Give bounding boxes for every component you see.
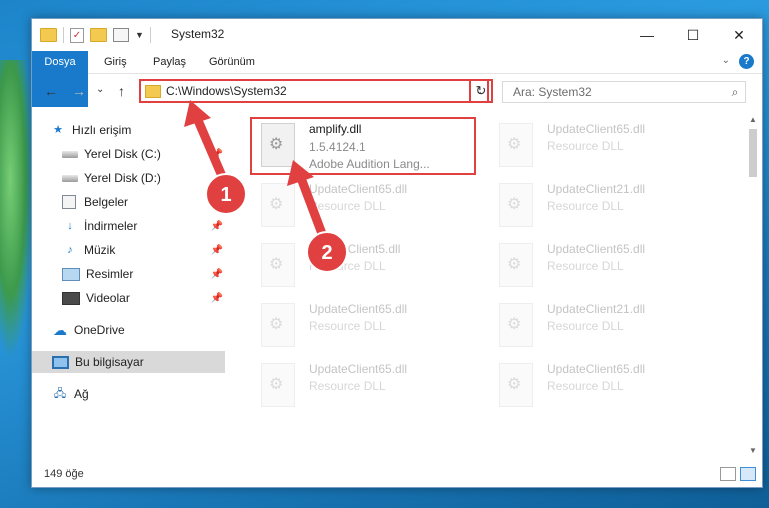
annotation-marker-1: 1 [220,184,231,206]
annotation-overlay: 1 2 [184,100,348,273]
annotation-arrow-2 [287,160,348,273]
annotation-marker-2: 2 [321,242,332,264]
annotation-arrow-1 [184,100,247,215]
